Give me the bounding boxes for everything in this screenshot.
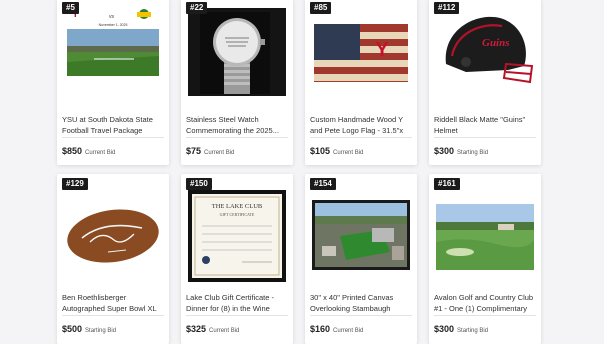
item-image	[312, 190, 410, 282]
lot-number-badge: #22	[186, 2, 208, 14]
divider	[310, 137, 412, 138]
item-title[interactable]: 30" x 40" Printed Canvas Overlooking Sta…	[310, 293, 413, 314]
divider	[434, 137, 536, 138]
svg-text:THE LAKE CLUB: THE LAKE CLUB	[212, 203, 263, 210]
lot-number-badge: #5	[62, 2, 79, 14]
svg-text:Y: Y	[375, 39, 389, 61]
item-title[interactable]: Ben Roethlisberger Autographed Super Bow…	[62, 293, 165, 314]
divider	[186, 315, 288, 316]
item-image: THE LAKE CLUB GIFT CERTIFICATE	[188, 190, 286, 282]
football-stadium-image: Y vs November 1, 2025	[64, 8, 162, 96]
item-image	[436, 190, 534, 282]
price-amount: $500	[62, 324, 83, 334]
item-image: Y	[312, 8, 410, 96]
item-image	[64, 190, 162, 282]
bid-price: $325 Current Bid	[186, 323, 239, 337]
auction-card[interactable]: #129 Ben Roethlisberger Autographed Supe…	[57, 174, 169, 344]
auction-card[interactable]: #112 Guins Riddell Black Matte "Guins" H…	[429, 0, 541, 165]
divider	[186, 137, 288, 138]
bid-price: $105 Current Bid	[310, 145, 363, 159]
svg-text:November 1, 2025: November 1, 2025	[99, 23, 128, 27]
item-title[interactable]: Lake Club Gift Certificate - Dinner for …	[186, 293, 289, 314]
price-label: Starting Bid	[457, 150, 489, 156]
item-title[interactable]: Riddell Black Matte "Guins" Helmet	[434, 115, 537, 136]
bid-price: $300 Starting Bid	[434, 323, 488, 337]
svg-text:GIFT CERTIFICATE: GIFT CERTIFICATE	[220, 212, 255, 217]
golf-course-image	[436, 190, 534, 282]
price-amount: $105	[310, 146, 331, 156]
lot-number-badge: #129	[62, 178, 88, 190]
item-title[interactable]: Avalon Golf and Country Club #1 - One (1…	[434, 293, 537, 314]
bid-price: $300 Starting Bid	[434, 145, 488, 159]
price-amount: $325	[186, 324, 207, 334]
item-image: Y vs November 1, 2025	[64, 8, 162, 96]
lot-number-badge: #161	[434, 178, 460, 190]
auction-card[interactable]: #150 THE LAKE CLUB GIFT CERTIFICATE Lake…	[181, 174, 293, 344]
price-label: Current Bid	[85, 150, 116, 156]
lot-number-badge: #150	[186, 178, 212, 190]
item-title[interactable]: YSU at South Dakota State Football Trave…	[62, 115, 165, 136]
divider	[434, 315, 536, 316]
auction-card[interactable]: #85 Y Custom Handmade Wood Y and Pete Lo…	[305, 0, 417, 165]
football-helmet-image: Guins	[436, 8, 534, 96]
wood-flag-image: Y	[312, 8, 410, 96]
auction-grid: #5 Y vs November 1, 2025 YSU at South Da…	[0, 0, 604, 344]
item-image: Guins	[436, 8, 534, 96]
divider	[62, 137, 164, 138]
auction-card[interactable]: #22 Stainless Steel Watch Commemorating …	[181, 0, 293, 165]
divider	[62, 315, 164, 316]
price-amount: $300	[434, 146, 455, 156]
lot-number-badge: #112	[434, 2, 460, 14]
price-amount: $850	[62, 146, 83, 156]
item-title[interactable]: Custom Handmade Wood Y and Pete Logo Fla…	[310, 115, 413, 136]
lot-number-badge: #85	[310, 2, 332, 14]
price-amount: $75	[186, 146, 202, 156]
divider	[310, 315, 412, 316]
price-label: Starting Bid	[85, 328, 117, 334]
item-title[interactable]: Stainless Steel Watch Commemorating the …	[186, 115, 289, 136]
bid-price: $160 Current Bid	[310, 323, 363, 337]
auction-card[interactable]: #161 Avalon Golf and Country Club #1 - O…	[429, 174, 541, 344]
price-label: Current Bid	[204, 150, 235, 156]
price-amount: $300	[434, 324, 455, 334]
price-label: Current Bid	[333, 150, 364, 156]
svg-text:vs: vs	[109, 14, 115, 20]
lot-number-badge: #154	[310, 178, 336, 190]
bid-price: $850 Current Bid	[62, 145, 115, 159]
svg-text:Guins: Guins	[482, 37, 510, 49]
auction-card[interactable]: #154 30" x 40" Printed Canvas Overlookin…	[305, 174, 417, 344]
bid-price: $75 Current Bid	[186, 145, 234, 159]
signed-football-image	[64, 190, 162, 282]
item-image	[188, 8, 286, 96]
stadium-canvas-image	[312, 190, 410, 282]
gift-certificate-image: THE LAKE CLUB GIFT CERTIFICATE	[188, 190, 286, 282]
price-label: Current Bid	[333, 328, 364, 334]
bid-price: $500 Starting Bid	[62, 323, 116, 337]
price-amount: $160	[310, 324, 331, 334]
price-label: Starting Bid	[457, 328, 489, 334]
wristwatch-image	[188, 8, 286, 96]
auction-card[interactable]: #5 Y vs November 1, 2025 YSU at South Da…	[57, 0, 169, 165]
price-label: Current Bid	[209, 328, 240, 334]
